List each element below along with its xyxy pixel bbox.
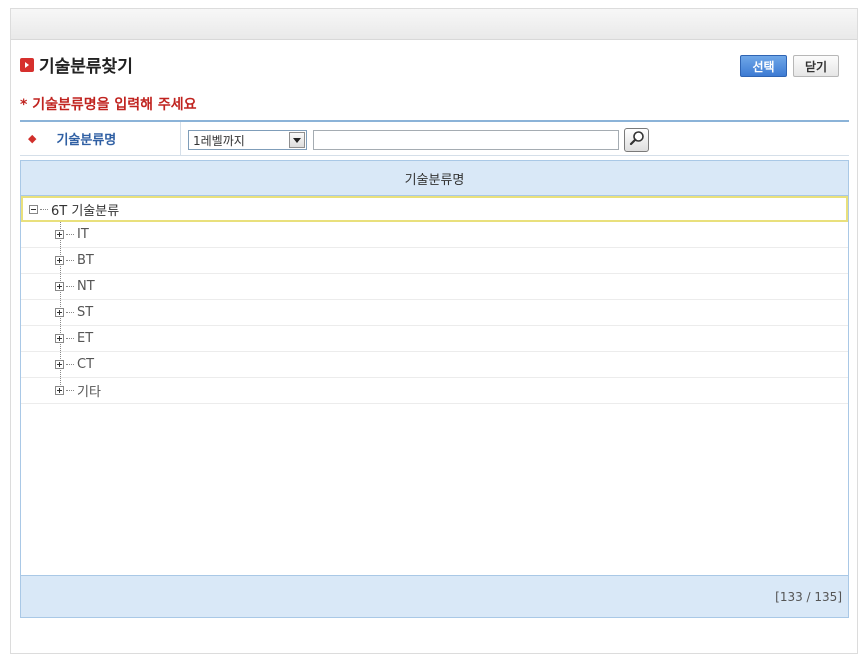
tree-item-st[interactable]: ST — [21, 300, 848, 326]
required-diamond-icon: ◆ — [28, 132, 37, 145]
page-title: 기술분류찾기 — [39, 57, 133, 77]
tree-item-label: ST — [77, 305, 94, 320]
tree-connector — [66, 260, 74, 261]
tree-panel: 기술분류명 6T 기술분류 IT BT NT ST ET CT 기타 [133 … — [20, 160, 849, 618]
tree-item-label: 기타 — [77, 385, 101, 400]
tree-item-it[interactable]: IT — [21, 222, 848, 248]
tree-item-et[interactable]: ET — [21, 326, 848, 352]
search-button[interactable] — [624, 128, 649, 152]
tree-item-nt[interactable]: NT — [21, 274, 848, 300]
tree-connector — [66, 390, 74, 391]
search-input[interactable] — [313, 130, 619, 150]
select-button[interactable]: 선택 — [740, 55, 787, 77]
result-count: [133 / 135] — [775, 589, 842, 604]
search-label: 기술분류명 — [56, 133, 117, 148]
input-notice: * 기술분류명을 입력해 주세요 — [20, 97, 197, 113]
tree-item-label: ET — [77, 331, 94, 346]
title-arrow-icon — [20, 57, 34, 72]
tree-item-label: BT — [77, 253, 94, 268]
expand-icon[interactable] — [55, 230, 64, 239]
tree-item-etc[interactable]: 기타 — [21, 378, 848, 404]
tree-children: IT BT NT ST ET CT 기타 — [21, 222, 848, 404]
tree-connector — [66, 234, 74, 235]
page-header: 기술분류찾기 — [20, 52, 133, 77]
tree-connector — [40, 208, 48, 210]
expand-icon[interactable] — [55, 282, 64, 291]
close-button[interactable]: 닫기 — [793, 55, 839, 77]
expand-icon[interactable] — [55, 256, 64, 265]
tree-item-label: IT — [77, 227, 89, 242]
tree-connector — [66, 286, 74, 287]
tree-connector — [66, 312, 74, 313]
tree-item-label: CT — [77, 357, 95, 372]
tree-item-ct[interactable]: CT — [21, 352, 848, 378]
tree-root-node[interactable]: 6T 기술분류 — [21, 196, 848, 222]
expand-icon[interactable] — [55, 386, 64, 395]
collapse-icon[interactable] — [29, 204, 38, 214]
expand-icon[interactable] — [55, 360, 64, 369]
dropdown-arrow-icon[interactable] — [289, 132, 305, 148]
tree-footer: [133 / 135] — [21, 575, 848, 617]
level-select-value: 1레벨까지 — [193, 133, 245, 148]
tree-root-label: 6T 기술분류 — [51, 203, 120, 219]
search-label-cell: ◆ 기술분류명 — [20, 122, 180, 155]
expand-icon[interactable] — [55, 334, 64, 343]
level-select[interactable]: 1레벨까지 — [188, 130, 307, 150]
search-row: ◆ 기술분류명 1레벨까지 — [20, 120, 849, 156]
tree-connector — [66, 338, 74, 339]
tree-connector — [66, 364, 74, 365]
tree-column-header: 기술분류명 — [21, 161, 848, 196]
divider — [180, 122, 181, 155]
tree-item-bt[interactable]: BT — [21, 248, 848, 274]
tree-item-label: NT — [77, 279, 95, 294]
magnifier-icon — [629, 130, 645, 150]
expand-icon[interactable] — [55, 308, 64, 317]
window-top-bar — [11, 9, 857, 40]
